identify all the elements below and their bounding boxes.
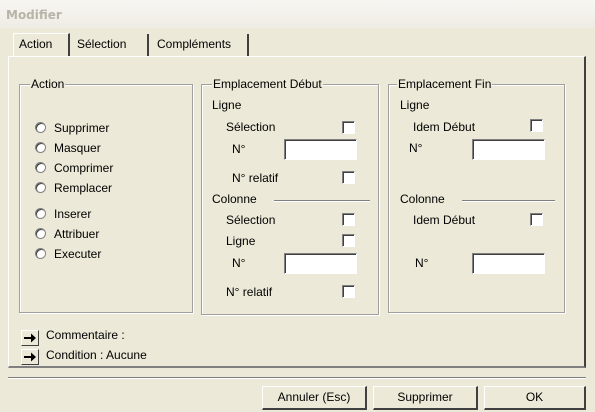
commentaire-arrow-button[interactable] <box>21 330 39 346</box>
tab-selection[interactable]: Sélection <box>72 34 149 56</box>
action-group <box>19 84 193 313</box>
commentaire-label: Commentaire : <box>46 328 125 342</box>
radio-label-supprimer: Supprimer <box>54 121 110 135</box>
start-colonne-relatif-checkbox[interactable] <box>342 285 355 298</box>
start-colonne-separator <box>274 200 370 202</box>
start-ligne-relatif-label: N° relatif <box>232 171 279 185</box>
end-ligne-title: Ligne <box>400 98 430 112</box>
condition-label: Condition : Aucune <box>46 348 147 362</box>
end-colonne-separator <box>462 200 555 202</box>
radio-label-comprimer: Comprimer <box>54 161 114 175</box>
end-colonne-num-label: N° <box>415 256 429 270</box>
start-ligne-relatif-checkbox[interactable] <box>342 171 355 184</box>
right-arrow-icon <box>24 352 36 362</box>
delete-button[interactable]: Supprimer <box>373 386 478 410</box>
start-ligne-selection-label: Sélection <box>226 120 276 134</box>
start-colonne-ligne-label: Ligne <box>226 234 256 248</box>
radio-supprimer[interactable] <box>35 122 46 133</box>
bottom-separator <box>8 377 586 379</box>
start-ligne-title: Ligne <box>212 98 242 112</box>
cancel-button[interactable]: Annuler (Esc) <box>262 386 367 410</box>
end-ligne-num-label: N° <box>409 141 423 155</box>
radio-label-executer: Executer <box>54 247 102 261</box>
start-ligne-num-input[interactable] <box>284 139 357 160</box>
start-colonne-title: Colonne <box>212 192 257 206</box>
start-group-legend: Emplacement Début <box>212 77 323 91</box>
radio-inserer[interactable] <box>35 208 46 219</box>
start-colonne-relatif-label: N° relatif <box>226 285 273 299</box>
tab-action[interactable]: Action <box>13 33 70 57</box>
start-colonne-ligne-checkbox[interactable] <box>342 234 355 247</box>
title-bar: Modifier <box>0 0 595 28</box>
start-colonne-num-label: N° <box>232 256 246 270</box>
start-ligne-num-label: N° <box>232 142 246 156</box>
radio-remplacer[interactable] <box>35 182 46 193</box>
radio-comprimer[interactable] <box>35 162 46 173</box>
end-colonne-num-input[interactable] <box>472 253 545 274</box>
action-group-legend: Action <box>30 77 66 91</box>
end-ligne-idem-checkbox[interactable] <box>530 119 543 132</box>
window-title: Modifier <box>6 8 62 22</box>
radio-attribuer[interactable] <box>35 228 46 239</box>
radio-executer[interactable] <box>35 248 46 259</box>
start-colonne-selection-label: Sélection <box>226 213 276 227</box>
end-colonne-idem-checkbox[interactable] <box>530 213 543 226</box>
radio-label-remplacer: Remplacer <box>54 181 113 195</box>
right-arrow-icon <box>24 333 36 343</box>
radio-label-inserer: Inserer <box>54 207 92 221</box>
end-colonne-title: Colonne <box>400 192 445 206</box>
condition-arrow-button[interactable] <box>21 349 39 365</box>
start-colonne-num-input[interactable] <box>284 253 357 274</box>
tab-complements[interactable]: Compléments <box>152 34 249 56</box>
radio-label-masquer: Masquer <box>54 141 101 155</box>
end-ligne-idem-label: Idem Début <box>413 120 476 134</box>
end-ligne-num-input[interactable] <box>472 139 545 160</box>
start-colonne-selection-checkbox[interactable] <box>342 213 355 226</box>
ok-button[interactable]: OK <box>484 386 586 410</box>
radio-masquer[interactable] <box>35 142 46 153</box>
end-colonne-idem-label: Idem Début <box>413 213 476 227</box>
end-group-legend: Emplacement Fin <box>397 77 493 91</box>
radio-label-attribuer: Attribuer <box>54 227 100 241</box>
start-ligne-selection-checkbox[interactable] <box>342 121 355 134</box>
